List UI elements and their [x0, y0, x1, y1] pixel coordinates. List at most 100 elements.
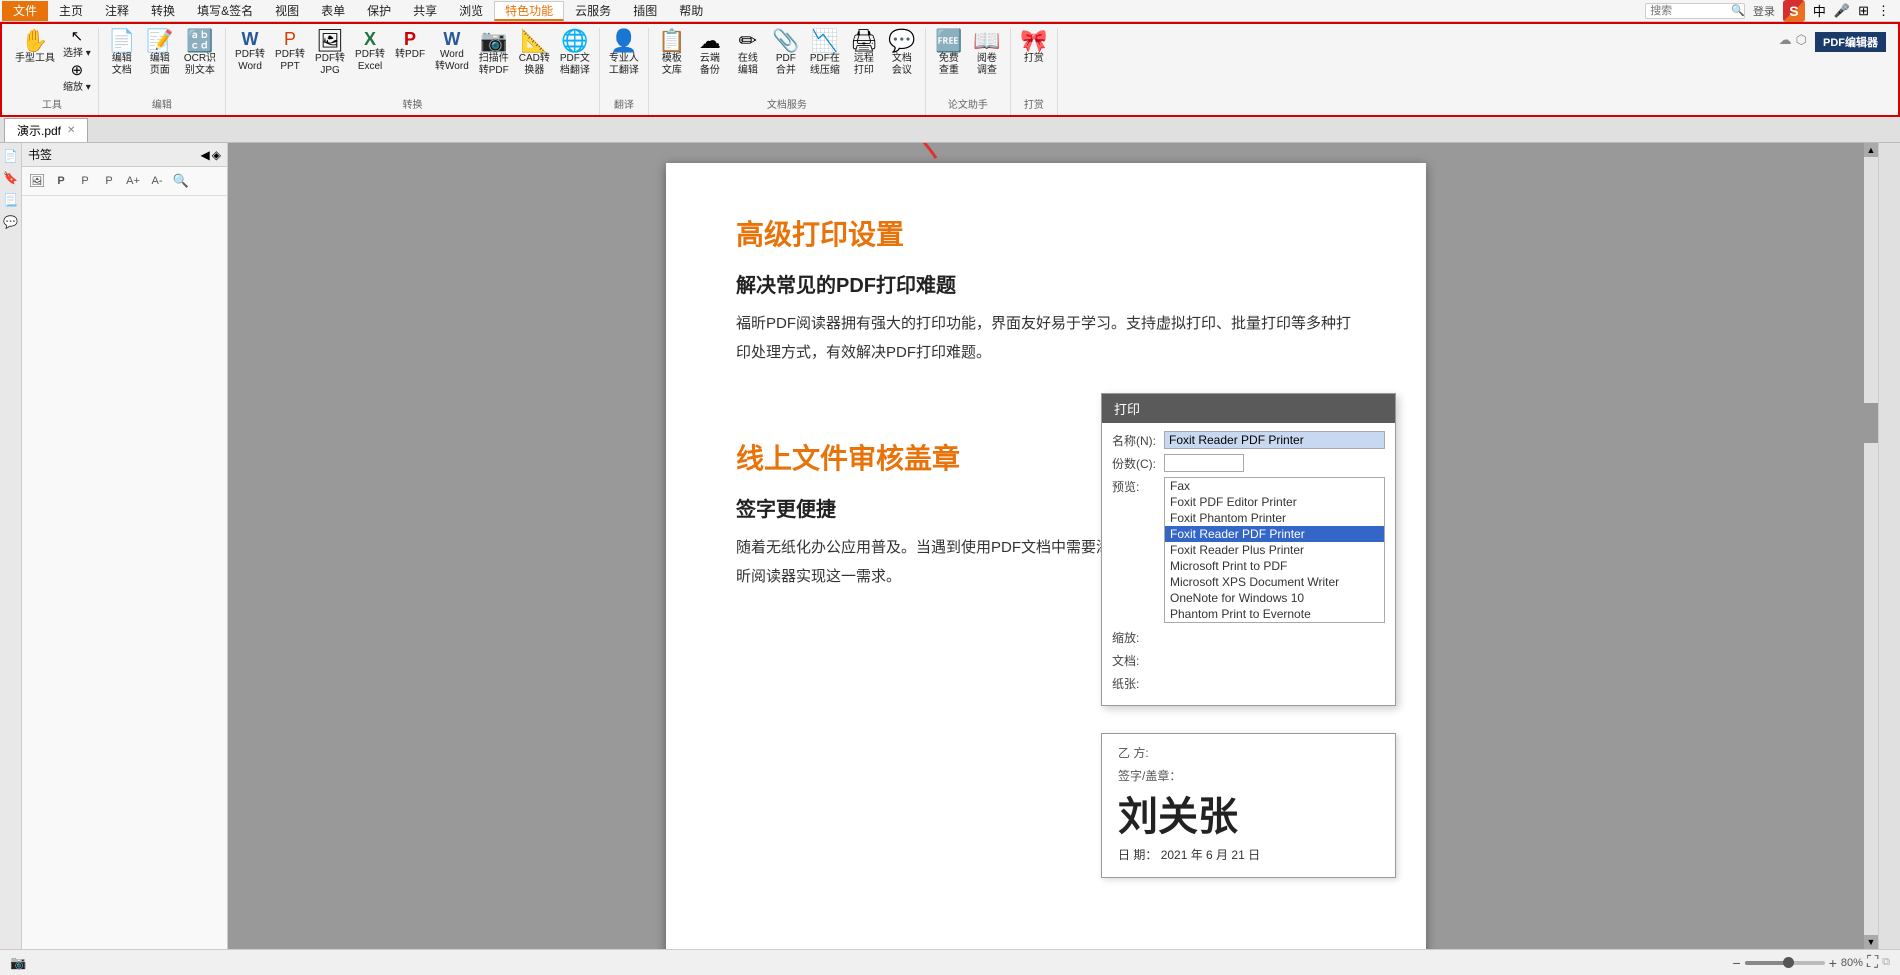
menu-item-browse[interactable]: 浏览 [448, 1, 494, 21]
print-preview-label: 预览: [1112, 477, 1164, 495]
menu-item-convert[interactable]: 转换 [140, 1, 186, 21]
print-dialog: 打印 名称(N): Foxit Reader PDF Printer 份数(C)… [1101, 393, 1396, 706]
printer-ms-pdf[interactable]: Microsoft Print to PDF [1165, 558, 1384, 574]
zoom-knob[interactable] [1783, 957, 1794, 968]
free-check-button[interactable]: 🆓 免费查重 [930, 28, 968, 79]
printer-foxit-phantom[interactable]: Foxit Phantom Printer [1165, 510, 1384, 526]
printer-list[interactable]: Fax Foxit PDF Editor Printer Foxit Phant… [1164, 477, 1385, 623]
menu-item-view[interactable]: 视图 [264, 1, 310, 21]
vertical-scrollbar[interactable]: ▲ ▼ [1864, 143, 1878, 949]
print-printer-list[interactable]: Fax Foxit PDF Editor Printer Foxit Phant… [1164, 477, 1385, 623]
bm-pin-icon[interactable]: ◈ [212, 148, 221, 162]
online-edit-button[interactable]: ✏ 在线编辑 [729, 28, 767, 79]
template-button[interactable]: 📋 模板文库 [653, 28, 691, 79]
pdf-to-word-button[interactable]: W PDF转Word [230, 28, 270, 75]
edit-page-button[interactable]: 📝 编辑页面 [141, 28, 179, 79]
bm-p3-btn[interactable]: P [98, 170, 120, 192]
zoom-slider[interactable] [1745, 961, 1825, 965]
remote-print-button[interactable]: 🖨 远程打印 [845, 28, 883, 79]
printer-phantom-evernote[interactable]: Phantom Print to Evernote [1165, 606, 1384, 622]
menu-item-plugin[interactable]: 插图 [622, 1, 668, 21]
pdf-to-ppt-button[interactable]: P PDF转PPT [270, 28, 310, 75]
main-content: 📄 🔖 📃 💬 书签 ◀ ◈ 🖼 P P P A+ A- 🔍 [0, 143, 1900, 949]
printer-foxit-editor[interactable]: Foxit PDF Editor Printer [1165, 494, 1384, 510]
ribbon-group-tools: ✋ 手型工具 ↖ 选择 ▾ ⊕ 缩放 ▾ 工具 [6, 28, 99, 115]
status-bar: 📷 − + 80% ⛶ ⧉ [0, 949, 1900, 975]
zoom-plus-button[interactable]: + [1829, 955, 1837, 971]
printer-foxit-plus[interactable]: Foxit Reader Plus Printer [1165, 542, 1384, 558]
handtool-button[interactable]: ✋ 手型工具 [10, 28, 60, 67]
menu-item-help[interactable]: 帮助 [668, 1, 714, 21]
tab-close-button[interactable]: ✕ [67, 125, 75, 136]
snapshot-icon[interactable]: 📷 [10, 955, 26, 971]
reward-button[interactable]: 🎀 打赏 [1015, 28, 1053, 67]
print-doc-label: 文档: [1112, 651, 1164, 669]
tab-demo-pdf[interactable]: 演示.pdf ✕ [4, 118, 88, 142]
pro-translate-button[interactable]: 👤 专业人工翻译 [604, 28, 644, 79]
to-pdf-button[interactable]: P 转PDF [390, 28, 430, 63]
bm-font-up-btn[interactable]: A+ [122, 170, 144, 192]
pdf-translate-button[interactable]: 🌐 PDF文档翻译 [555, 28, 595, 79]
printer-foxit-reader[interactable]: Foxit Reader PDF Printer [1165, 526, 1384, 542]
menu-item-share[interactable]: 共享 [402, 1, 448, 21]
ribbon-group-translate: 👤 专业人工翻译 翻译 [600, 28, 649, 115]
zoom-icon: ⊕ [71, 63, 84, 78]
menu-item-form[interactable]: 表单 [310, 1, 356, 21]
print-paper-label: 纸张: [1112, 674, 1164, 692]
doc-meeting-button[interactable]: 💬 文档会议 [883, 28, 921, 79]
bm-font-down-btn[interactable]: A- [146, 170, 168, 192]
edit-doc-button[interactable]: 📄 编辑文档 [103, 28, 141, 79]
printer-fax[interactable]: Fax [1165, 478, 1384, 494]
right-panel [1878, 143, 1900, 949]
menu-item-protect[interactable]: 保护 [356, 1, 402, 21]
reading-survey-button[interactable]: 📖 阅卷调查 [968, 28, 1006, 79]
bm-thumbnail-btn[interactable]: 🖼 [26, 170, 48, 192]
print-copies-label: 份数(C): [1112, 454, 1164, 472]
scan-to-pdf-button[interactable]: 📷 扫描件转PDF [474, 28, 514, 79]
print-copies-value[interactable] [1164, 454, 1385, 472]
print-list-row: 预览: Fax Foxit PDF Editor Printer Foxit P… [1112, 477, 1385, 623]
comment-icon[interactable]: 💬 [2, 213, 20, 231]
menu-item-file[interactable]: 文件 [2, 1, 48, 21]
pdf-to-excel-button[interactable]: X PDF转Excel [350, 28, 390, 75]
zoom-button[interactable]: ⊕ 缩放 ▾ [60, 62, 94, 94]
pdf-to-jpg-button[interactable]: 🖼 PDF转JPG [310, 28, 350, 79]
printer-onenote[interactable]: OneNote for Windows 10 [1165, 590, 1384, 606]
bookmark-toggle-icon[interactable]: 🔖 [2, 169, 20, 187]
ribbon: ✋ 手型工具 ↖ 选择 ▾ ⊕ 缩放 ▾ 工具 [0, 22, 1900, 117]
menu-item-home[interactable]: 主页 [48, 1, 94, 21]
cloud-status-icon: ⬡ [1796, 32, 1807, 48]
menu-item-sign[interactable]: 填写&签名 [186, 1, 264, 21]
bm-p2-btn[interactable]: P [74, 170, 96, 192]
sogou-logo: S [1783, 0, 1805, 22]
login-button[interactable]: 登录 [1753, 3, 1775, 19]
print-name-value[interactable]: Foxit Reader PDF Printer [1164, 431, 1385, 449]
thumbnail-icon[interactable]: 📄 [2, 147, 20, 165]
print-dialog-body: 名称(N): Foxit Reader PDF Printer 份数(C): [1102, 423, 1395, 705]
menu-item-special[interactable]: 特色功能 [494, 1, 564, 21]
to-pdf-icon: P [404, 30, 416, 48]
pro-translate-icon: 👤 [610, 30, 637, 52]
search-input[interactable] [1645, 3, 1745, 19]
bm-expand-icon[interactable]: ◀ [201, 148, 210, 162]
word-to-word-button[interactable]: W Word转Word [430, 28, 474, 75]
cloud-backup-button[interactable]: ☁ 云端备份 [691, 28, 729, 79]
bm-search-btn[interactable]: 🔍 [170, 170, 192, 192]
bm-p1-btn[interactable]: P [50, 170, 72, 192]
page-icon[interactable]: 📃 [2, 191, 20, 209]
zoom-control: − + 80% ⛶ ⧉ [1733, 954, 1890, 972]
pdf-compress-button[interactable]: 📉 PDF在线压缩 [805, 28, 845, 79]
menu-item-cloud[interactable]: 云服务 [564, 1, 622, 21]
bookmark-content [22, 196, 227, 949]
document-viewer[interactable]: 高级打印设置 解决常见的PDF打印难题 福昕PDF阅读器拥有强大的打印功能，界面… [228, 143, 1864, 949]
cad-button[interactable]: 📐 CAD转换器 [514, 28, 555, 79]
print-name-input[interactable]: Foxit Reader PDF Printer [1164, 431, 1385, 449]
menu-item-comment[interactable]: 注释 [94, 1, 140, 21]
pdf-merge-button[interactable]: 📎 PDF合并 [767, 28, 805, 79]
expand-button[interactable]: ⛶ [1867, 954, 1878, 972]
zoom-minus-button[interactable]: − [1733, 955, 1741, 971]
ocr-button[interactable]: 🔡 OCR识别文本 [179, 28, 221, 79]
printer-ms-xps[interactable]: Microsoft XPS Document Writer [1165, 574, 1384, 590]
ocr-icon: 🔡 [186, 30, 213, 52]
select-button[interactable]: ↖ 选择 ▾ [60, 28, 94, 60]
